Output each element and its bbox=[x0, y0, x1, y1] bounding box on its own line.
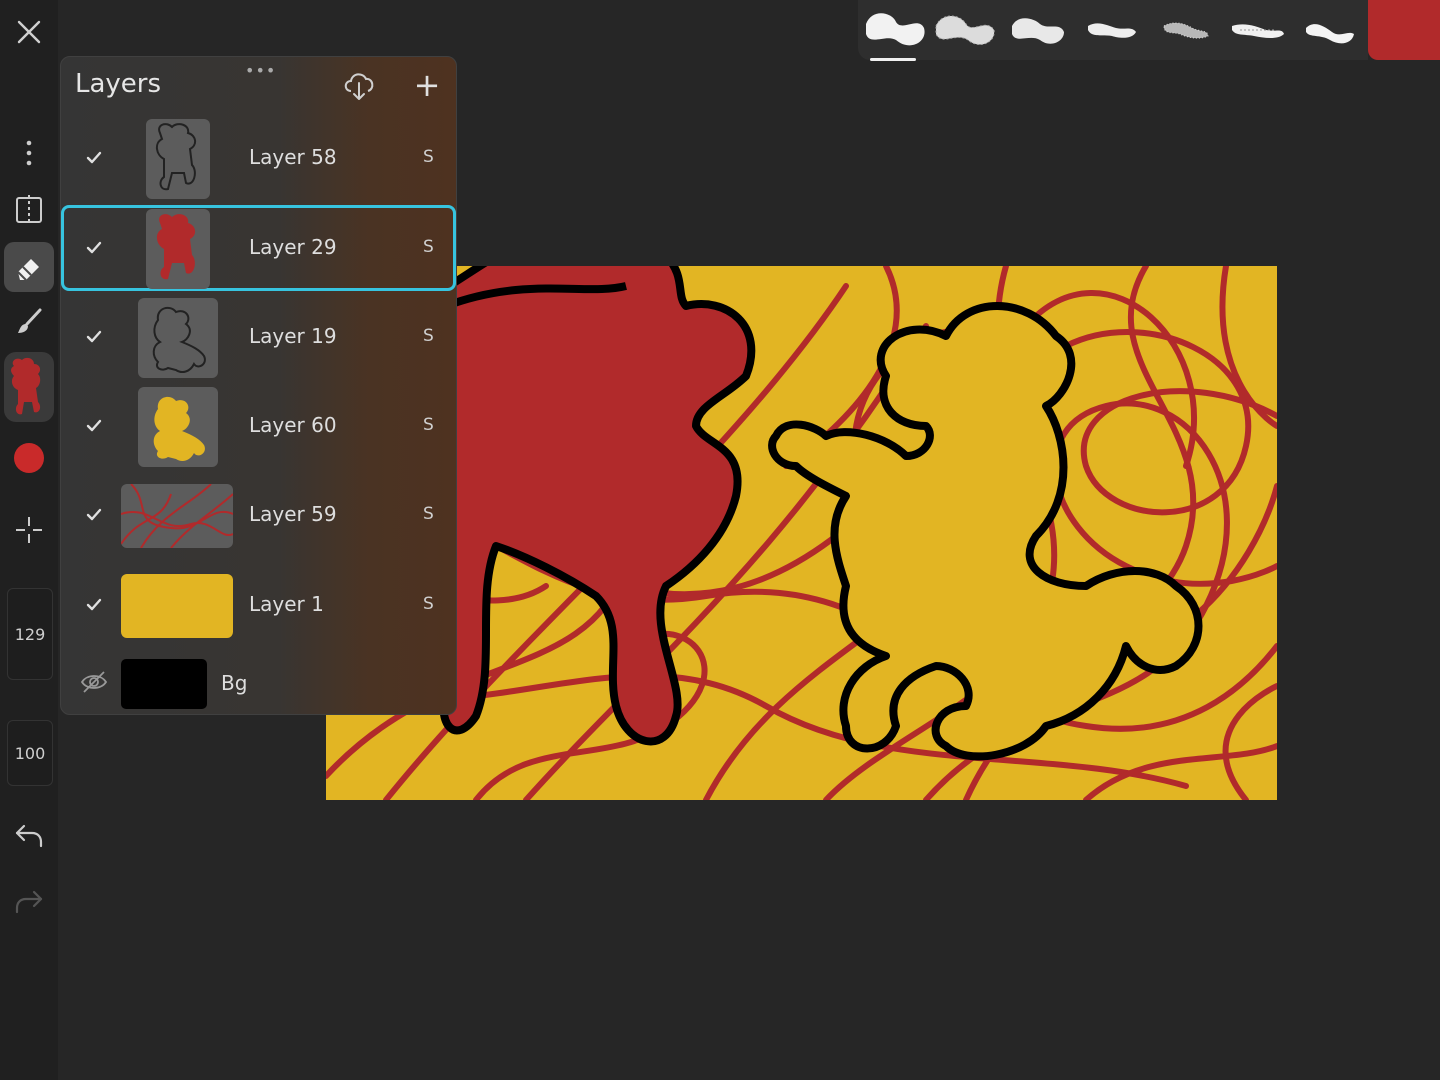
eye-off-icon[interactable] bbox=[79, 667, 109, 697]
layer-row-19[interactable]: Layer 19 S bbox=[61, 294, 456, 380]
poodle-outline-icon bbox=[156, 123, 196, 191]
layer-row-background[interactable]: Bg bbox=[61, 653, 456, 715]
visibility-check-icon[interactable] bbox=[85, 149, 103, 167]
brush-preset-3[interactable] bbox=[1004, 8, 1070, 52]
color-dot-icon bbox=[14, 443, 44, 473]
import-layer-button[interactable] bbox=[341, 67, 377, 103]
brush-stroke-icon bbox=[1306, 24, 1354, 44]
mirror-icon bbox=[16, 195, 42, 225]
canvas-artwork bbox=[326, 266, 1277, 800]
brush-size-value: 129 bbox=[14, 624, 46, 644]
brush-stroke-icon bbox=[1088, 23, 1136, 38]
brush-stroke-icon bbox=[935, 15, 995, 45]
visibility-check-icon[interactable] bbox=[85, 506, 103, 524]
color-button[interactable] bbox=[0, 440, 58, 476]
poodle-outline-icon bbox=[152, 306, 206, 373]
visibility-check-icon[interactable] bbox=[85, 239, 103, 257]
current-color-swatch[interactable] bbox=[1368, 0, 1440, 60]
layers-panel: ••• Layers + Layer 58 S Layer 29 S Layer… bbox=[60, 56, 457, 715]
layer-name: Layer 19 bbox=[249, 324, 337, 348]
more-vertical-icon bbox=[26, 140, 32, 166]
layer-thumbnail bbox=[138, 298, 218, 378]
brush-stroke-icon bbox=[1163, 22, 1209, 39]
layer-row-58[interactable]: Layer 58 S bbox=[61, 115, 456, 201]
poodle-thumbnail-icon bbox=[11, 357, 41, 415]
brush-preset-4[interactable] bbox=[1078, 8, 1144, 52]
brush-tool-button[interactable] bbox=[0, 304, 58, 340]
brush-preset-2[interactable] bbox=[932, 8, 998, 52]
close-button[interactable] bbox=[0, 14, 58, 50]
selected-brush-indicator bbox=[870, 58, 916, 61]
eraser-icon bbox=[17, 259, 39, 281]
layer-blend-mode[interactable]: S bbox=[423, 594, 434, 614]
layer-blend-mode[interactable]: S bbox=[423, 326, 434, 346]
cloud-download-icon bbox=[344, 73, 374, 100]
left-toolbar: 129 100 bbox=[0, 0, 58, 1080]
brush-preset-6[interactable] bbox=[1224, 8, 1290, 52]
poodle-yellow-icon bbox=[153, 396, 205, 461]
more-options-button[interactable] bbox=[0, 138, 58, 168]
transform-button[interactable] bbox=[0, 512, 58, 548]
undo-button[interactable] bbox=[0, 818, 58, 854]
opacity-slider[interactable]: 100 bbox=[7, 720, 53, 786]
brush-size-slider[interactable]: 129 bbox=[7, 588, 53, 680]
layer-name: Bg bbox=[221, 671, 248, 695]
visibility-check-icon[interactable] bbox=[85, 328, 103, 346]
opacity-value: 100 bbox=[14, 743, 46, 763]
brush-icon bbox=[18, 308, 42, 333]
brush-stroke-icon bbox=[866, 13, 925, 46]
yellow-poodle-shape bbox=[768, 302, 1203, 761]
brush-presets-bar bbox=[858, 0, 1368, 61]
brush-stroke-icon bbox=[1012, 18, 1064, 44]
undo-icon bbox=[15, 824, 43, 848]
close-icon bbox=[17, 20, 41, 44]
layer-thumbnail bbox=[146, 209, 210, 289]
brush-preset-1[interactable] bbox=[862, 8, 928, 52]
brush-stroke-icon bbox=[1232, 24, 1284, 38]
redo-icon bbox=[15, 890, 43, 914]
layer-name: Layer 60 bbox=[249, 413, 337, 437]
layer-blend-mode[interactable]: S bbox=[423, 504, 434, 524]
layer-name: Layer 58 bbox=[249, 145, 337, 169]
layer-row-1[interactable]: Layer 1 S bbox=[61, 562, 456, 648]
current-brush-preview[interactable] bbox=[4, 352, 54, 422]
layer-row-60[interactable]: Layer 60 S bbox=[61, 383, 456, 469]
layer-name: Layer 29 bbox=[249, 235, 337, 259]
add-layer-button[interactable]: + bbox=[411, 67, 443, 103]
layer-thumbnail bbox=[138, 387, 218, 467]
layer-thumbnail bbox=[121, 659, 207, 709]
layer-row-29[interactable]: Layer 29 S bbox=[61, 205, 456, 291]
layer-row-59[interactable]: Layer 59 S bbox=[61, 472, 456, 558]
layer-name: Layer 1 bbox=[249, 592, 324, 616]
layer-thumbnail bbox=[121, 574, 233, 638]
visibility-check-icon[interactable] bbox=[85, 596, 103, 614]
layer-blend-mode[interactable]: S bbox=[423, 147, 434, 167]
panel-title: Layers bbox=[75, 69, 162, 99]
panel-drag-handle[interactable]: ••• bbox=[245, 61, 276, 80]
drawing-canvas[interactable] bbox=[326, 266, 1277, 800]
poodle-red-icon bbox=[156, 214, 196, 280]
visibility-check-icon[interactable] bbox=[85, 417, 103, 435]
layer-blend-mode[interactable]: S bbox=[423, 237, 434, 257]
brush-preset-7[interactable] bbox=[1296, 8, 1362, 52]
redo-button[interactable] bbox=[0, 884, 58, 920]
layer-blend-mode[interactable]: S bbox=[423, 415, 434, 435]
mirror-button[interactable] bbox=[0, 192, 58, 228]
layer-thumbnail bbox=[146, 119, 210, 199]
eraser-tool-button[interactable] bbox=[4, 242, 54, 292]
brush-preset-5[interactable] bbox=[1152, 8, 1218, 52]
scribble-thumbnail-icon bbox=[121, 484, 233, 548]
layer-thumbnail bbox=[121, 484, 233, 548]
crosshair-icon bbox=[16, 517, 42, 543]
layer-name: Layer 59 bbox=[249, 502, 337, 526]
